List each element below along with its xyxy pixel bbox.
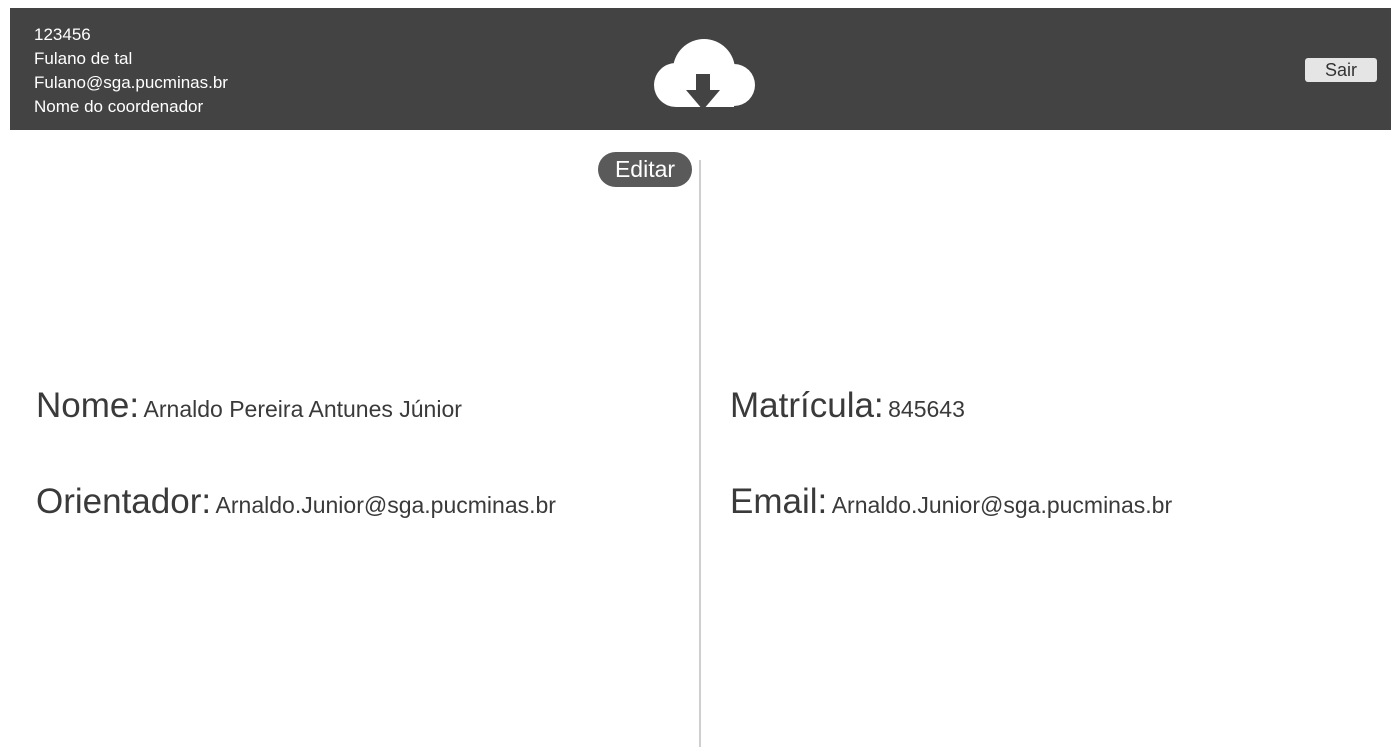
user-name: Fulano de tal xyxy=(34,49,133,68)
logout-button[interactable]: Sair xyxy=(1305,58,1377,82)
column-divider xyxy=(699,160,701,747)
email-field: Email: Arnaldo.Junior@sga.pucminas.br xyxy=(730,482,1172,522)
name-field: Nome: Arnaldo Pereira Antunes Júnior xyxy=(36,386,462,426)
user-id: 123456 xyxy=(34,25,91,44)
registration-label: Matrícula: xyxy=(730,386,884,425)
edit-button[interactable]: Editar xyxy=(598,152,692,187)
top-header: 123456 Fulano de tal Fulano@sga.pucminas… xyxy=(10,8,1391,130)
cloud-download-icon xyxy=(654,39,755,108)
advisor-label: Orientador: xyxy=(36,482,212,521)
name-label: Nome: xyxy=(36,386,140,425)
coordinator-name: Nome do coordenador xyxy=(34,97,204,116)
email-label: Email: xyxy=(730,482,828,521)
registration-field: Matrícula: 845643 xyxy=(730,386,965,426)
user-info: 123456 Fulano de tal Fulano@sga.pucminas… xyxy=(34,23,228,119)
name-value: Arnaldo Pereira Antunes Júnior xyxy=(143,396,462,422)
advisor-field: Orientador: Arnaldo.Junior@sga.pucminas.… xyxy=(36,482,556,522)
advisor-value: Arnaldo.Junior@sga.pucminas.br xyxy=(215,492,556,518)
user-email: Fulano@sga.pucminas.br xyxy=(34,73,228,92)
registration-value: 845643 xyxy=(888,396,965,422)
email-value: Arnaldo.Junior@sga.pucminas.br xyxy=(831,492,1173,518)
